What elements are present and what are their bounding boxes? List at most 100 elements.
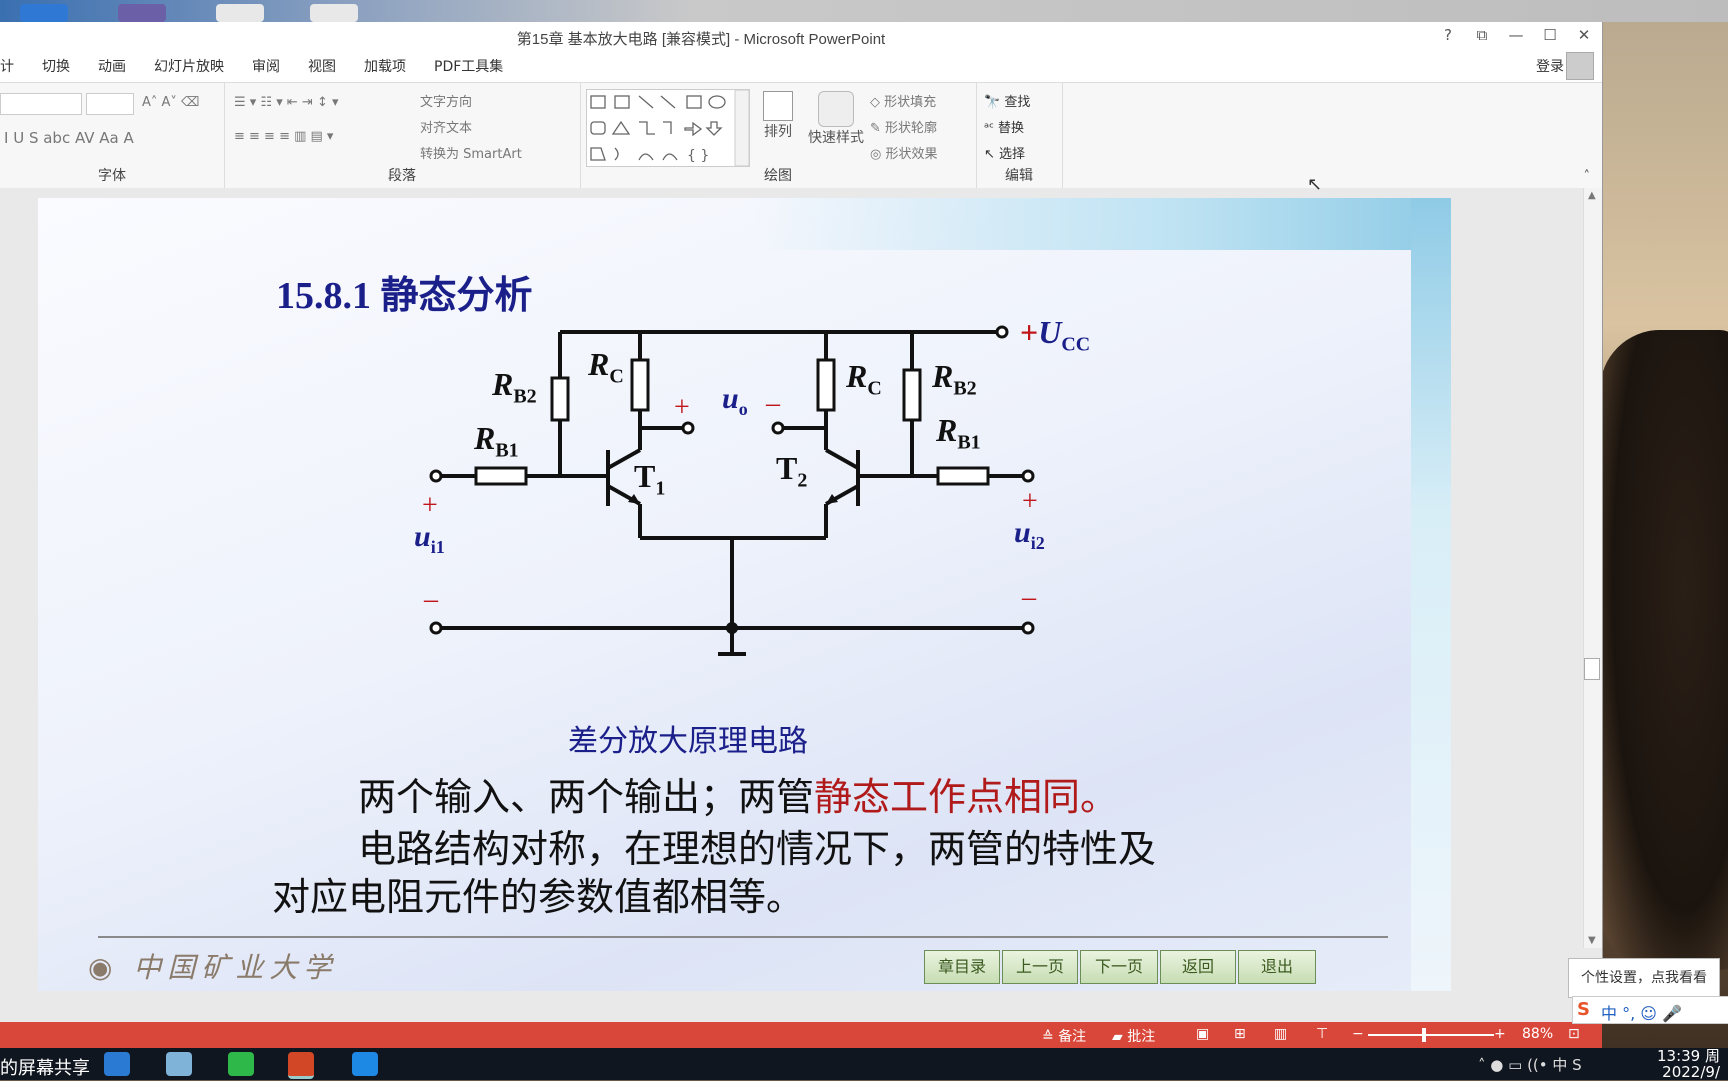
text-direction-button[interactable]: 文字方向 [420,91,472,110]
align-icons[interactable]: ≡ ≡ ≡ ≡ ▥ ▤ ▾ [234,129,333,144]
font-group-label: 字体 [98,168,126,184]
reading-view-icon[interactable]: ▥ [1274,1026,1287,1042]
label-ucc: +UCC [1020,314,1091,356]
status-bar: ≙ 备注 ▰ 批注 ▣ ⊞ ▥ ⊤ − + 88% ⊡ [0,1022,1602,1048]
minimize-button[interactable]: — [1506,24,1526,46]
close-button[interactable]: ✕ [1574,24,1594,46]
chapter-contents-button[interactable]: 章目录 [924,950,1000,984]
zoom-level[interactable]: 88% [1522,1026,1553,1042]
label-minus-left: – [424,584,438,615]
arrange-icon [763,91,793,121]
slide-sorter-icon[interactable]: ⊞ [1234,1026,1246,1042]
zoom-slider[interactable] [1368,1034,1494,1036]
body-line-3: 对应电阻元件的参数值都相等。 [272,875,805,919]
body-line-1-text: 两个输入、两个输出；两管 [358,775,815,819]
taskbar-wechat-icon[interactable] [228,1052,254,1076]
footer-divider [98,936,1388,938]
replace-label: 替换 [998,121,1025,136]
scroll-up-icon[interactable]: ▲ [1588,190,1596,201]
shape-effects-button[interactable]: ◎ 形状效果 [870,143,938,162]
tab-slideshow[interactable]: 幻灯片放映 [140,56,238,76]
list-icons[interactable]: ☰ ▾ ☷ ▾ ⇤ ⇥ ↕ ▾ [234,95,339,110]
align-text-button[interactable]: 对齐文本 [420,117,472,136]
taskbar-explorer-icon[interactable] [166,1052,192,1076]
notes-label: 备注 [1058,1029,1087,1045]
arrange-button[interactable]: 排列 [758,91,798,141]
tab-design[interactable]: 计 [0,56,28,76]
desktop-icon[interactable] [118,4,166,22]
arrange-label: 排列 [764,124,792,140]
comments-button[interactable]: ▰ 批注 [1112,1026,1155,1046]
clock[interactable]: 13:39 周 2022/9/ [1657,1048,1720,1080]
ime-toolbar[interactable]: S 中 °, ☺ 🎤 [1572,996,1728,1024]
font-format-icons[interactable]: I U S abc AV Aa A [4,129,134,147]
zoom-in-icon[interactable]: + [1494,1026,1506,1042]
clock-time: 13:39 周 [1657,1047,1720,1065]
scroll-down-icon[interactable]: ▼ [1588,935,1596,946]
font-name-combo[interactable] [0,93,82,115]
exit-button[interactable]: 退出 [1238,950,1316,984]
tab-pdf-tools[interactable]: PDF工具集 [420,56,517,76]
collapse-ribbon-icon[interactable]: ˄ [1584,169,1591,184]
shapes-icon: { } [590,89,750,167]
ribbon-tabs: 计 切换 动画 幻灯片放映 审阅 视图 加载项 PDF工具集 登录 [0,50,1602,82]
shape-outline-button[interactable]: ✎ 形状轮廓 [870,117,937,136]
tab-addins[interactable]: 加载项 [350,56,420,76]
zoom-slider-knob[interactable] [1422,1028,1426,1042]
previous-page-button[interactable]: 上一页 [1002,950,1078,984]
taskbar: 的屏幕共享 ˄ ● ▭ ((• 中 S 13:39 周 2022/9/ [0,1048,1728,1080]
shape-outline-label: 形状轮廓 [885,121,938,136]
maximize-button[interactable]: ☐ [1540,24,1560,46]
body-line-1: 两个输入、两个输出；两管静态工作点相同。 [358,766,1118,821]
diagram-caption: 差分放大原理电路 [568,724,808,759]
body-line-2: 电路结构对称，在理想的情况下，两管的特性及 [358,827,1157,871]
desktop-icon[interactable] [216,4,264,22]
ime-tooltip[interactable]: 个性设置，点我看看 [1568,958,1720,998]
label-rb2-left: RB2 [492,366,537,408]
slide-canvas[interactable]: 15.8.1 静态分析 RB2 RC RB1 T1 T2 RC RB2 RB1 … [38,198,1451,991]
shape-fill-button[interactable]: ◇ 形状填充 [870,91,936,110]
normal-view-icon[interactable]: ▣ [1196,1026,1209,1042]
tray-icons[interactable]: ˄ ● ▭ ((• 中 S [1478,1054,1582,1075]
shape-gallery[interactable]: { } [586,89,750,167]
desktop-icon[interactable] [310,4,358,22]
convert-smartart-button[interactable]: 转换为 SmartArt [420,143,522,162]
paragraph-group-label: 段落 [388,168,416,184]
replace-button[interactable]: ᵃᶜ 替换 [984,117,1024,136]
font-group: A˄ A˅ ⌫ I U S abc AV Aa A 字体 [0,83,225,189]
help-button[interactable]: ? [1438,24,1458,46]
notes-button[interactable]: ≙ 备注 [1042,1026,1086,1046]
quick-styles-label: 快速样式 [808,130,864,146]
select-button[interactable]: ↖ 选择 [984,143,1025,162]
body-line-1-highlight: 静态工作点相同。 [814,775,1119,819]
desktop-icon[interactable] [20,4,68,22]
zoom-out-icon[interactable]: − [1352,1026,1364,1042]
shape-fill-label: 形状填充 [884,95,937,110]
fit-slide-icon[interactable]: ⊡ [1568,1026,1580,1042]
mouse-cursor-icon: ↖ [1307,174,1323,195]
quick-styles-button[interactable]: 快速样式 [804,91,868,147]
ime-status: 中 °, ☺ 🎤 [1601,1004,1682,1023]
label-rb1-right: RB1 [936,412,981,454]
font-size-combo[interactable] [86,93,134,115]
vertical-scrollbar[interactable]: ▲ ▼ [1583,188,1602,948]
tab-transitions[interactable]: 切换 [28,56,84,76]
tab-view[interactable]: 视图 [294,56,350,76]
taskbar-app-icon[interactable] [104,1052,130,1076]
user-avatar-icon[interactable] [1566,52,1594,80]
ribbon-display-button[interactable]: ⧉ [1472,24,1492,46]
university-logo: ◉ 中国矿业大学 [88,951,338,984]
taskbar-powerpoint-icon[interactable] [288,1052,314,1079]
paragraph-group: ☰ ▾ ☷ ▾ ⇤ ⇥ ↕ ▾ ≡ ≡ ≡ ≡ ▥ ▤ ▾ 文字方向 对齐文本 … [224,83,581,189]
tab-review[interactable]: 审阅 [238,56,294,76]
back-button[interactable]: 返回 [1160,950,1236,984]
window-title: 第15章 基本放大电路 [兼容模式] - Microsoft PowerPoin… [516,31,886,48]
slideshow-view-icon[interactable]: ⊤ [1316,1026,1328,1042]
scroll-thumb[interactable] [1584,658,1600,680]
taskbar-meeting-icon[interactable] [352,1052,378,1076]
login-link[interactable]: 登录 [1536,56,1564,76]
tab-animations[interactable]: 动画 [84,56,140,76]
grow-font-icon[interactable]: A˄ A˅ ⌫ [142,95,199,110]
find-button[interactable]: 🔭 查找 [984,91,1030,110]
next-page-button[interactable]: 下一页 [1080,950,1158,984]
